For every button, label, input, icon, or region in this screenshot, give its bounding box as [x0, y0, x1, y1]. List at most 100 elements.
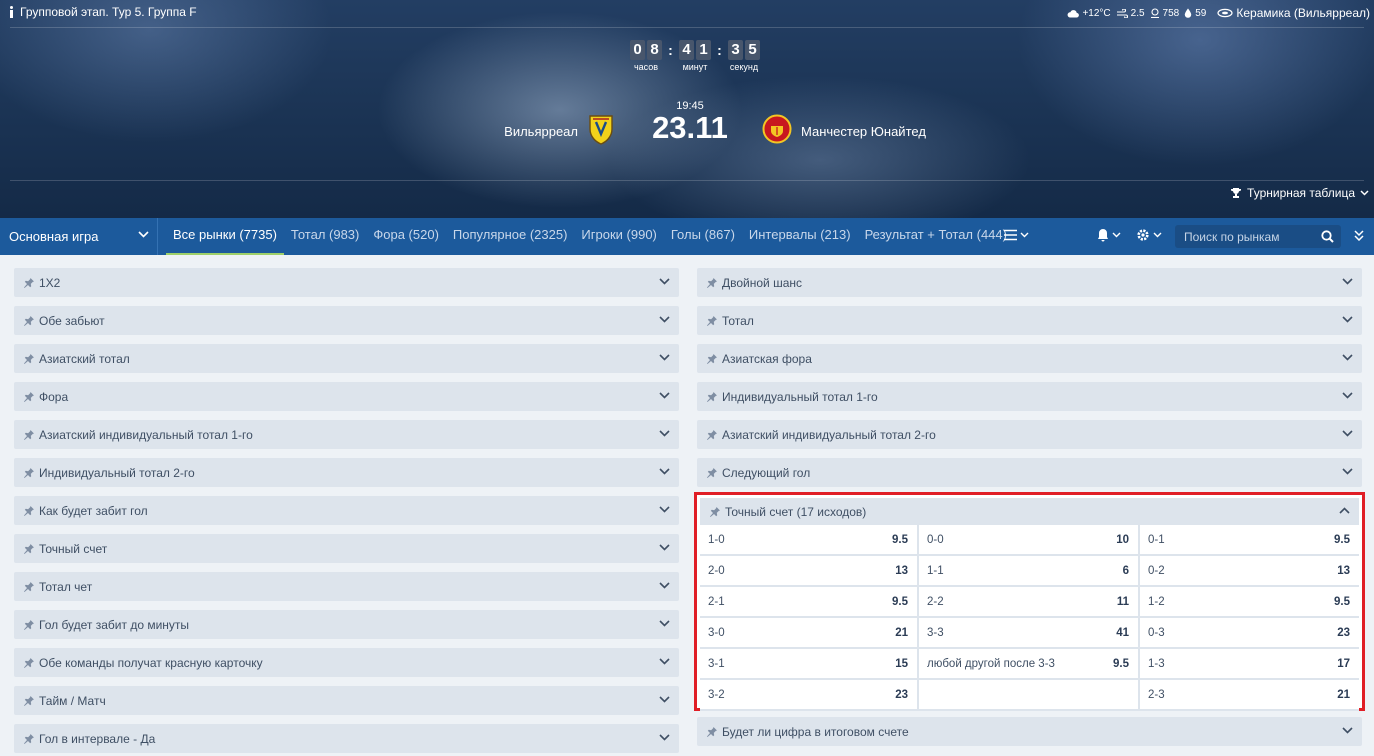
market-row[interactable]: Азиатский тотал [14, 344, 679, 373]
market-row[interactable]: Как будет забит гол [14, 496, 679, 525]
pin-icon[interactable] [23, 657, 35, 669]
market-row[interactable]: Точный счет [14, 534, 679, 563]
pin-icon[interactable] [706, 315, 718, 327]
timer-minutes: 4 1 минут [674, 40, 716, 72]
pin-icon[interactable] [23, 543, 35, 555]
market-row[interactable]: 1X2 [14, 268, 679, 297]
collapse-icon[interactable] [1354, 230, 1364, 241]
market-row[interactable]: Тайм / Матч [14, 686, 679, 715]
pin-icon[interactable] [23, 505, 35, 517]
team2-name[interactable]: Манчестер Юнайтед [801, 124, 926, 139]
pin-icon[interactable] [706, 277, 718, 289]
exact-score-header[interactable]: Точный счет (17 исходов) [700, 498, 1359, 525]
score-outcome[interactable]: 1-3 17 [1140, 649, 1359, 680]
score-outcome[interactable]: 2-1 9.5 [700, 587, 919, 618]
score-outcome[interactable]: 3-0 21 [700, 618, 919, 649]
tab-result-total[interactable]: Результат + Тотал (444) [858, 218, 1014, 255]
pin-icon[interactable] [706, 429, 718, 441]
pin-icon[interactable] [23, 619, 35, 631]
game-period-select[interactable]: Основная игра [0, 218, 158, 255]
tab-popular[interactable]: Популярное (2325) [446, 218, 575, 255]
market-row[interactable]: Азиатская фора [697, 344, 1362, 373]
market-row[interactable]: Азиатский индивидуальный тотал 2-го [697, 420, 1362, 449]
score-outcome[interactable]: 2-0 13 [700, 556, 919, 587]
pin-icon[interactable] [23, 695, 35, 707]
pin-icon[interactable] [23, 581, 35, 593]
pin-icon[interactable] [709, 506, 721, 518]
more-tabs-button[interactable] [1004, 229, 1029, 241]
pin-icon[interactable] [23, 467, 35, 479]
score-outcome[interactable]: 0-3 23 [1140, 618, 1359, 649]
chevron-down-icon [1342, 354, 1353, 361]
market-row[interactable]: Гол в интервале - Да [14, 724, 679, 753]
score-outcome[interactable]: 0-2 13 [1140, 556, 1359, 587]
pin-icon[interactable] [706, 353, 718, 365]
market-row[interactable]: Тотал чет [14, 572, 679, 601]
score-outcome[interactable]: 0-0 10 [919, 525, 1140, 556]
pin-icon[interactable] [23, 353, 35, 365]
standings-link[interactable]: Турнирная таблица [1230, 186, 1369, 200]
chevron-down-icon [659, 354, 670, 361]
score-outcome[interactable]: 3-1 15 [700, 649, 919, 680]
chevron-down-icon [1153, 232, 1162, 238]
score-odd: 15 [895, 657, 908, 670]
market-row[interactable]: Обе забьют [14, 306, 679, 335]
chevron-down-icon [1112, 232, 1121, 238]
pin-icon[interactable] [23, 429, 35, 441]
market-row[interactable]: Обе команды получат красную карточку [14, 648, 679, 677]
search-icon[interactable] [1321, 230, 1334, 243]
score-outcome[interactable]: любой другой после 3-3 9.5 [919, 649, 1140, 680]
market-row[interactable]: Индивидуальный тотал 2-го [14, 458, 679, 487]
market-label: Азиатский индивидуальный тотал 1-го [39, 427, 253, 442]
score-label: 2-2 [927, 595, 944, 608]
chevron-down-icon [659, 506, 670, 513]
chevron-down-icon [659, 582, 670, 589]
score-outcome[interactable]: 3-2 23 [700, 680, 919, 711]
market-row[interactable]: Тотал [697, 306, 1362, 335]
notifications-button[interactable] [1097, 228, 1121, 242]
score-outcome[interactable]: 2-2 11 [919, 587, 1140, 618]
tab-handicap[interactable]: Фора (520) [366, 218, 446, 255]
pin-icon[interactable] [23, 733, 35, 745]
score-outcome[interactable]: 1-2 9.5 [1140, 587, 1359, 618]
wind-icon [1116, 8, 1128, 18]
timer-digit: 1 [696, 40, 711, 60]
pin-icon[interactable] [23, 391, 35, 403]
market-row[interactable]: Фора [14, 382, 679, 411]
menu-icon [1004, 229, 1017, 241]
market-label: Обе команды получат красную карточку [39, 655, 263, 670]
score-outcome[interactable] [919, 680, 1140, 711]
pin-icon[interactable] [706, 391, 718, 403]
market-row[interactable]: Будет ли цифра в итоговом счете [697, 717, 1362, 746]
market-label: Тотал [722, 313, 754, 328]
tab-total[interactable]: Тотал (983) [284, 218, 366, 255]
settings-button[interactable] [1136, 228, 1162, 242]
markets-right-column: Двойной шанс Тотал Азиатская фора Индивидуа… [697, 268, 1362, 496]
tab-goals[interactable]: Голы (867) [664, 218, 742, 255]
market-row[interactable]: Двойной шанс [697, 268, 1362, 297]
market-row[interactable]: Гол будет забит до минуты [14, 610, 679, 639]
chevron-down-icon [659, 278, 670, 285]
pin-icon[interactable] [706, 726, 718, 738]
stadium-name: Керамика (Вильярреал) [1236, 6, 1370, 20]
pin-icon[interactable] [23, 315, 35, 327]
timer-digit: 5 [745, 40, 760, 60]
market-row[interactable]: Следующий гол [697, 458, 1362, 487]
score-outcome[interactable]: 3-3 41 [919, 618, 1140, 649]
tab-players[interactable]: Игроки (990) [574, 218, 663, 255]
score-outcome[interactable]: 0-1 9.5 [1140, 525, 1359, 556]
market-row[interactable]: Индивидуальный тотал 1-го [697, 382, 1362, 411]
pin-icon[interactable] [23, 277, 35, 289]
score-outcome[interactable]: 2-3 21 [1140, 680, 1359, 711]
market-label: Гол будет забит до минуты [39, 617, 190, 632]
team1-name[interactable]: Вильярреал [504, 124, 578, 139]
pin-icon[interactable] [706, 467, 718, 479]
market-row[interactable]: Азиатский индивидуальный тотал 1-го [14, 420, 679, 449]
score-outcome[interactable]: 1-0 9.5 [700, 525, 919, 556]
timer-separator: : [668, 42, 673, 58]
tab-all-markets[interactable]: Все рынки (7735) [166, 218, 284, 255]
tab-intervals[interactable]: Интервалы (213) [742, 218, 858, 255]
score-outcome[interactable]: 1-1 6 [919, 556, 1140, 587]
market-search-input[interactable] [1175, 225, 1315, 248]
chevron-down-icon [659, 658, 670, 665]
